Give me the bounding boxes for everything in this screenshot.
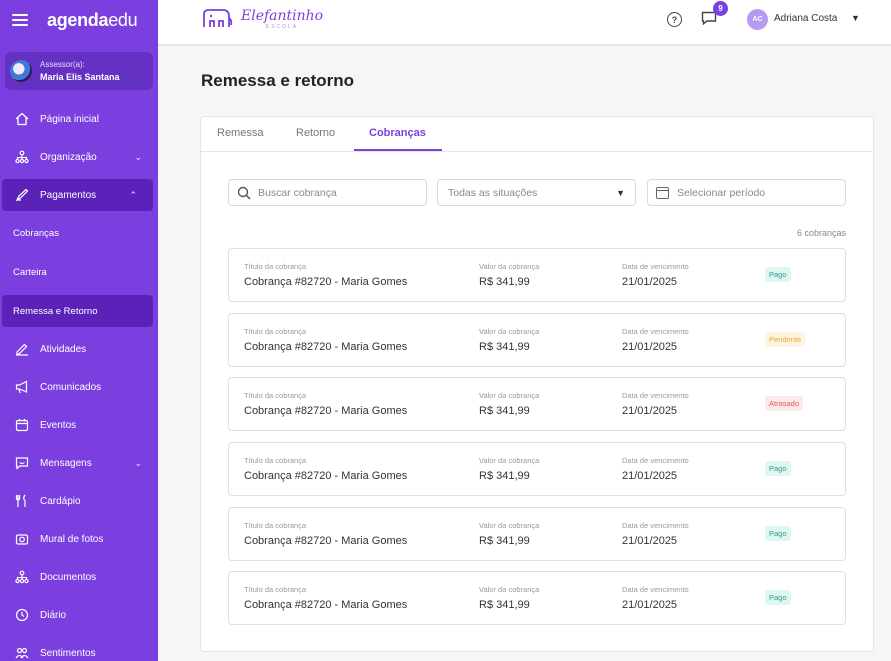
hierarchy-icon (14, 149, 30, 165)
chevron-down-icon: ⌄ (134, 152, 142, 162)
charge-title: Cobrança #82720 - Maria Gomes (244, 405, 408, 418)
active-tab-indicator (354, 149, 442, 151)
chevron-up-icon: ⌃ (129, 190, 137, 200)
result-count: 6 cobranças (796, 228, 846, 238)
home-icon (14, 111, 30, 127)
status-select[interactable]: Todas as situações ▼ (437, 179, 636, 206)
megaphone-icon (14, 379, 30, 395)
charge-due-date: 21/01/2025 (622, 534, 678, 547)
status-badge: Pendente (765, 331, 806, 347)
camera-icon (14, 531, 30, 547)
brand-logo[interactable]: agendaedu (47, 10, 138, 31)
sidebar-item-charges[interactable]: Cobranças (0, 214, 158, 253)
sidebar-item-announcements[interactable]: Comunicados (0, 368, 158, 406)
tabs: Remessa Retorno Cobranças (201, 117, 873, 152)
list-item[interactable]: Título da cobrança Cobrança #82720 - Mari… (228, 248, 846, 302)
charge-title: Cobrança #82720 - Maria Gomes (244, 340, 408, 353)
charge-value: R$ 341,99 (479, 405, 530, 418)
sidebar: agendaedu Assessor(a): Maria Elis Santan… (0, 0, 158, 661)
sidebar-item-payments[interactable]: Pagamentos ⌃ (2, 179, 153, 211)
charge-title: Cobrança #82720 - Maria Gomes (244, 534, 408, 547)
sidebar-item-documents[interactable]: Documentos (0, 558, 158, 596)
sidebar-item-home[interactable]: Página inicial (0, 100, 158, 138)
status-badge: Pago (765, 267, 791, 282)
search-icon (237, 186, 251, 200)
chevron-down-icon: ⌄ (134, 458, 142, 468)
search-field[interactable] (228, 179, 427, 206)
content-card: Remessa Retorno Cobranças Todas as situa… (200, 116, 874, 652)
list-item[interactable]: Título da cobrança Cobrança #82720 - Mari… (228, 442, 846, 497)
charge-due-date: 21/01/2025 (622, 276, 678, 288)
clock-icon (14, 607, 30, 623)
sidebar-item-messages[interactable]: Mensagens ⌄ (0, 444, 158, 482)
hierarchy-icon (14, 569, 30, 585)
notification-badge: 9 (713, 1, 728, 16)
logo-text: Elefantinho (241, 7, 324, 24)
charge-value: R$ 341,99 (479, 470, 530, 483)
calendar-icon (14, 417, 30, 433)
charge-title: Cobrança #82720 - Maria Gomes (244, 470, 408, 483)
charge-value: R$ 341,99 (479, 534, 530, 547)
tab-cobrancas[interactable]: Cobranças (369, 127, 426, 139)
tab-remessa[interactable]: Remessa (217, 127, 263, 139)
filters: Todas as situações ▼ Selecionar período (228, 179, 846, 207)
user-avatar[interactable]: AC (747, 9, 768, 30)
charges-list: Título da cobrança Cobrança #82720 - Mari… (228, 248, 846, 636)
charge-due-date: 21/01/2025 (622, 405, 678, 418)
user-name[interactable]: Adriana Costa (774, 13, 837, 24)
sidebar-item-menu[interactable]: Cardápio (0, 482, 158, 520)
help-icon[interactable]: ? (667, 12, 682, 27)
edit-icon (14, 341, 30, 357)
pen-icon (14, 187, 30, 203)
charge-value: R$ 341,99 (479, 276, 530, 288)
elephant-icon (203, 9, 233, 27)
top-bar: Elefantinho ESCOLA ? 9 AC Adriana Costa … (158, 0, 891, 46)
caret-down-icon: ▼ (616, 188, 625, 198)
sidebar-item-events[interactable]: Eventos (0, 406, 158, 444)
sidebar-item-diary[interactable]: Diário (0, 596, 158, 634)
sidebar-item-organization[interactable]: Organização ⌄ (0, 138, 158, 176)
charge-value: R$ 341,99 (479, 340, 530, 353)
chat-icon (14, 455, 30, 471)
charge-due-date: 21/01/2025 (622, 340, 678, 353)
period-placeholder: Selecionar período (677, 186, 766, 199)
list-item[interactable]: Título da cobrança Cobrança #82720 - Mari… (228, 571, 846, 626)
school-logo[interactable]: Elefantinho ESCOLA (201, 8, 323, 30)
charge-due-date: 21/01/2025 (622, 599, 678, 612)
list-item[interactable]: Título da cobrança Cobrança #82720 - Mari… (228, 377, 846, 432)
status-badge: Pago (765, 525, 791, 541)
assessor-name: Maria Elis Santana (40, 72, 120, 82)
charge-title: Cobrança #82720 - Maria Gomes (244, 599, 408, 612)
assessor-card[interactable]: Assessor(a): Maria Elis Santana (5, 52, 153, 90)
period-picker[interactable]: Selecionar período (647, 179, 846, 206)
cutlery-icon (14, 493, 30, 509)
sidebar-item-remittance[interactable]: Remessa e Retorno (2, 295, 153, 327)
avatar (10, 60, 32, 82)
logo-subtitle: ESCOLA (265, 23, 299, 30)
sidebar-item-feelings[interactable]: Sentimentos (0, 634, 158, 661)
sidebar-nav: Página inicial Organização ⌄ Pagamentos … (0, 100, 158, 661)
sidebar-item-photos[interactable]: Mural de fotos (0, 520, 158, 558)
menu-icon[interactable] (12, 14, 28, 26)
sidebar-header: agendaedu (0, 0, 158, 40)
assessor-role: Assessor(a): (40, 60, 85, 69)
status-badge: Atrasado (765, 396, 804, 412)
calendar-icon (656, 186, 669, 199)
caret-down-icon[interactable]: ▼ (851, 13, 860, 23)
list-item[interactable]: Título da cobrança Cobrança #82720 - Mari… (228, 506, 846, 561)
status-badge: Pago (765, 461, 791, 477)
status-badge: Pago (765, 590, 791, 606)
search-input[interactable] (258, 186, 408, 199)
page-title: Remessa e retorno (201, 71, 355, 90)
sidebar-item-wallet[interactable]: Carteira (0, 253, 158, 292)
status-select-value: Todas as situações (448, 186, 538, 199)
list-item[interactable]: Título da cobrança Cobrança #82720 - Mari… (228, 312, 846, 367)
sidebar-item-activities[interactable]: Atividades (0, 330, 158, 368)
charge-value: R$ 341,99 (479, 599, 530, 612)
charge-title: Cobrança #82720 - Maria Gomes (244, 276, 408, 288)
charge-due-date: 21/01/2025 (622, 470, 678, 483)
tab-retorno[interactable]: Retorno (296, 127, 335, 139)
people-icon (14, 645, 30, 661)
